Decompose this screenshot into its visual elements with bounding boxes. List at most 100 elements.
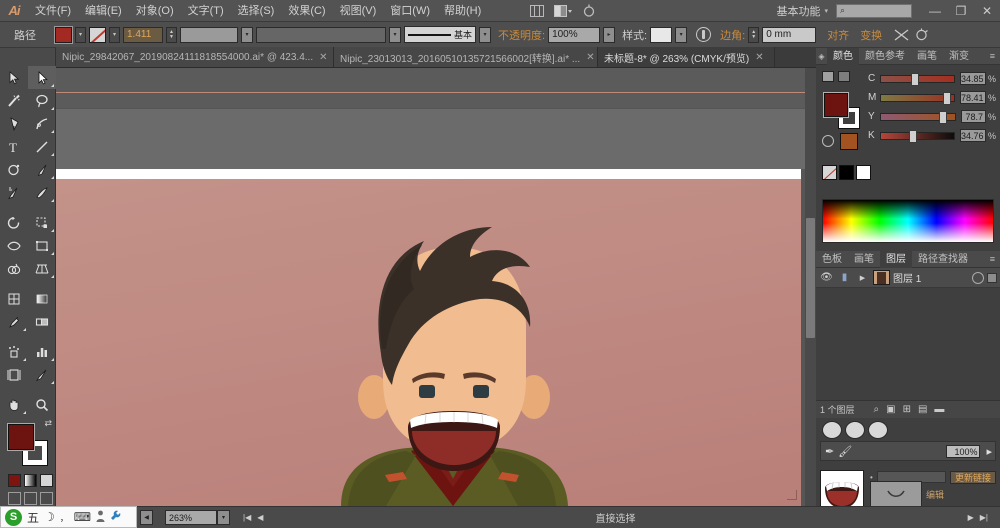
document-tab-2[interactable]: Nipic_23013013_20160510135721566002[转换].… [334,47,598,67]
opacity-input[interactable]: 100% [548,26,601,43]
shape-builder-icon[interactable] [893,27,910,43]
close-icon[interactable]: ✕ [319,52,327,63]
ime-mode-label[interactable]: 五 [27,509,39,526]
search-input[interactable]: ⌕ [836,3,912,18]
color-mode-toggle-icon[interactable] [822,135,834,147]
lock-column[interactable]: ▮ [837,272,852,283]
stroke-weight-input[interactable]: 1.411 [123,26,163,43]
perspective-grid-tool[interactable] [28,257,56,280]
black-slider[interactable] [880,129,955,143]
variable-width-profile-arrow[interactable]: ▾ [241,26,253,43]
close-icon[interactable]: ✕ [755,52,763,63]
keyboard-icon[interactable]: ⌨ [74,510,91,524]
new-layer-icon[interactable]: ▤ [918,404,927,415]
fullscreen-mode-icon[interactable] [40,492,53,505]
make-mask-icon[interactable]: ▣ [886,404,895,415]
yellow-slider-knob[interactable] [939,110,948,124]
isolate-icon[interactable] [696,27,712,42]
artboard-nav-first-icon[interactable]: |◀ [240,513,254,522]
menu-type[interactable]: 文字(T) [181,0,231,22]
cyan-slider[interactable] [880,72,955,86]
close-button[interactable]: ✕ [974,0,1000,22]
symbol-sprayer-tool[interactable] [0,340,28,363]
scale-tool[interactable] [28,211,56,234]
direct-selection-tool[interactable] [28,66,56,89]
width-tool[interactable] [0,234,28,257]
menu-effect[interactable]: 效果(C) [281,0,332,22]
mesh-tool[interactable] [0,287,28,310]
panel-menu-icon[interactable]: ≡ [990,254,1000,264]
tab-color-guide[interactable]: 颜色参考 [859,48,911,65]
bridge-icon[interactable] [524,0,550,22]
brush-opacity-arrow[interactable]: ▸ [986,445,992,458]
menu-help[interactable]: 帮助(H) [437,0,488,22]
recolor-artwork-icon[interactable] [913,27,930,43]
stock-icon[interactable] [576,0,602,22]
ellipse-tool[interactable] [0,158,28,181]
black-swatch[interactable] [839,165,854,180]
artboard-nav-prev-icon[interactable]: ◀ [254,513,266,522]
graphic-style-swatch[interactable] [650,26,673,43]
artboard-nav-last-icon[interactable]: ▶| [977,513,1000,522]
expand-triangle-icon[interactable]: ▶ [855,274,870,282]
eyedropper-tool[interactable] [0,310,28,333]
menu-edit[interactable]: 编辑(E) [78,0,129,22]
variable-width-profile-select[interactable] [180,26,238,43]
tab-layers[interactable]: 图层 [880,250,912,268]
magenta-slider[interactable] [880,91,955,105]
selection-indicator-icon[interactable] [987,272,997,283]
layers-list-body[interactable] [816,288,1000,400]
fill-indicator-icon[interactable] [822,71,834,82]
edit-label[interactable]: 编辑 [926,488,944,501]
align-label[interactable]: 对齐 [827,27,849,43]
fullscreen-menubar-icon[interactable] [24,492,37,505]
symbol-item[interactable] [868,421,888,439]
tab-brushes-2[interactable]: 画笔 [848,251,880,268]
corner-radius-input[interactable]: 0 mm [762,26,817,43]
gradient-icon[interactable] [24,474,37,487]
zoom-tool[interactable] [28,393,56,416]
magenta-slider-knob[interactable] [943,91,952,105]
yellow-slider[interactable] [880,110,957,124]
blend-tool[interactable] [28,310,56,333]
column-graph-tool[interactable] [28,340,56,363]
fill-dropdown-arrow[interactable]: ▾ [75,26,86,43]
cyan-slider-knob[interactable] [911,72,920,86]
curvature-tool[interactable] [28,112,56,135]
corner-stepper[interactable]: ▲ ▼ [748,26,760,43]
canvas-vertical-scrollbar[interactable] [805,68,816,506]
panel-collapse-icon[interactable]: ◈ [816,52,827,61]
none-swatch-icon[interactable] [822,165,837,180]
symbol-item[interactable] [845,421,865,439]
sogou-logo-icon[interactable]: S [5,508,22,526]
menu-view[interactable]: 视图(V) [333,0,384,22]
ime-toolbar[interactable]: S 五 ☽ ， ⌨ [0,506,137,528]
zoom-dropdown-arrow[interactable]: ▾ [217,510,230,525]
workspace-label[interactable]: 基本功能 [772,3,824,19]
tab-swatches[interactable]: 色板 [816,251,848,268]
brush-definition-select[interactable] [256,26,386,43]
pen-tool[interactable] [0,112,28,135]
update-link-button[interactable]: 更新链接 [949,470,996,484]
normal-screen-mode-icon[interactable] [8,492,21,505]
menu-select[interactable]: 选择(S) [231,0,282,22]
last-color-swatch[interactable] [840,133,858,150]
zoom-level-input[interactable]: 263% [165,510,217,525]
cyan-value[interactable]: 34.85 [959,72,986,85]
color-panel-fill-swatch[interactable] [823,92,849,118]
brush-strip[interactable]: ✒ 🖌 100% ▸ [820,441,996,461]
yellow-value[interactable]: 78.7 [961,110,986,123]
magenta-value[interactable]: 78.41 [959,91,986,104]
artboard-tool[interactable] [0,363,28,386]
color-icon[interactable] [8,474,21,487]
tab-pathfinder[interactable]: 路径查找器 [912,251,974,268]
tab-gradient[interactable]: 渐变 [943,48,975,65]
graphic-style-arrow[interactable]: ▾ [675,26,688,43]
panel-menu-icon[interactable]: ≡ [990,51,1000,61]
menu-file[interactable]: 文件(F) [28,0,78,22]
hand-tool[interactable] [0,393,28,416]
brush-definition-arrow[interactable]: ▾ [389,26,401,43]
selection-tool[interactable] [0,66,28,89]
minimize-button[interactable]: — [922,0,948,22]
chevron-down-icon[interactable]: ▾ [824,7,836,15]
